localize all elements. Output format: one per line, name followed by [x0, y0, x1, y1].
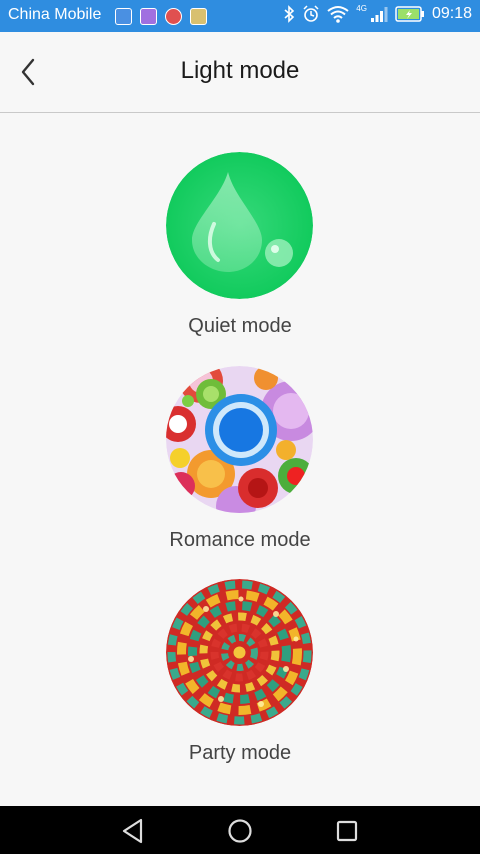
triangle-back-icon	[122, 818, 143, 844]
settings-icon	[165, 8, 182, 25]
alarm-icon	[303, 5, 319, 22]
mosaic-icon[interactable]	[166, 579, 313, 726]
carrier-name: China Mobile	[8, 6, 102, 23]
network-type: 4G	[356, 3, 367, 13]
colorful-circles-icon[interactable]	[166, 366, 313, 513]
system-icons: 4G 09:18	[283, 3, 472, 23]
status-bar: China Mobile 4G 09:18	[0, 0, 480, 32]
notification-icons	[115, 8, 207, 25]
mode-label: Romance mode	[169, 529, 311, 551]
water-drop-icon[interactable]	[166, 152, 313, 299]
app-header: Light mode	[0, 32, 480, 113]
home-nav-button[interactable]	[225, 816, 255, 846]
app-icon	[190, 8, 207, 25]
battery-icon	[395, 6, 424, 22]
page-title: Light mode	[180, 57, 300, 84]
bluetooth-icon	[284, 5, 295, 23]
mode-label: Quiet mode	[188, 315, 292, 337]
navigation-bar	[0, 806, 480, 854]
recents-nav-button[interactable]	[332, 816, 362, 846]
circle-home-icon	[228, 819, 252, 843]
shield-icon	[115, 8, 132, 25]
mode-label: Party mode	[188, 742, 292, 764]
square-recents-icon	[336, 820, 358, 842]
image-icon	[140, 8, 157, 25]
back-nav-button[interactable]	[118, 816, 148, 846]
clock: 09:18	[431, 5, 472, 22]
signal-icon	[370, 7, 388, 22]
wifi-icon	[327, 6, 349, 23]
